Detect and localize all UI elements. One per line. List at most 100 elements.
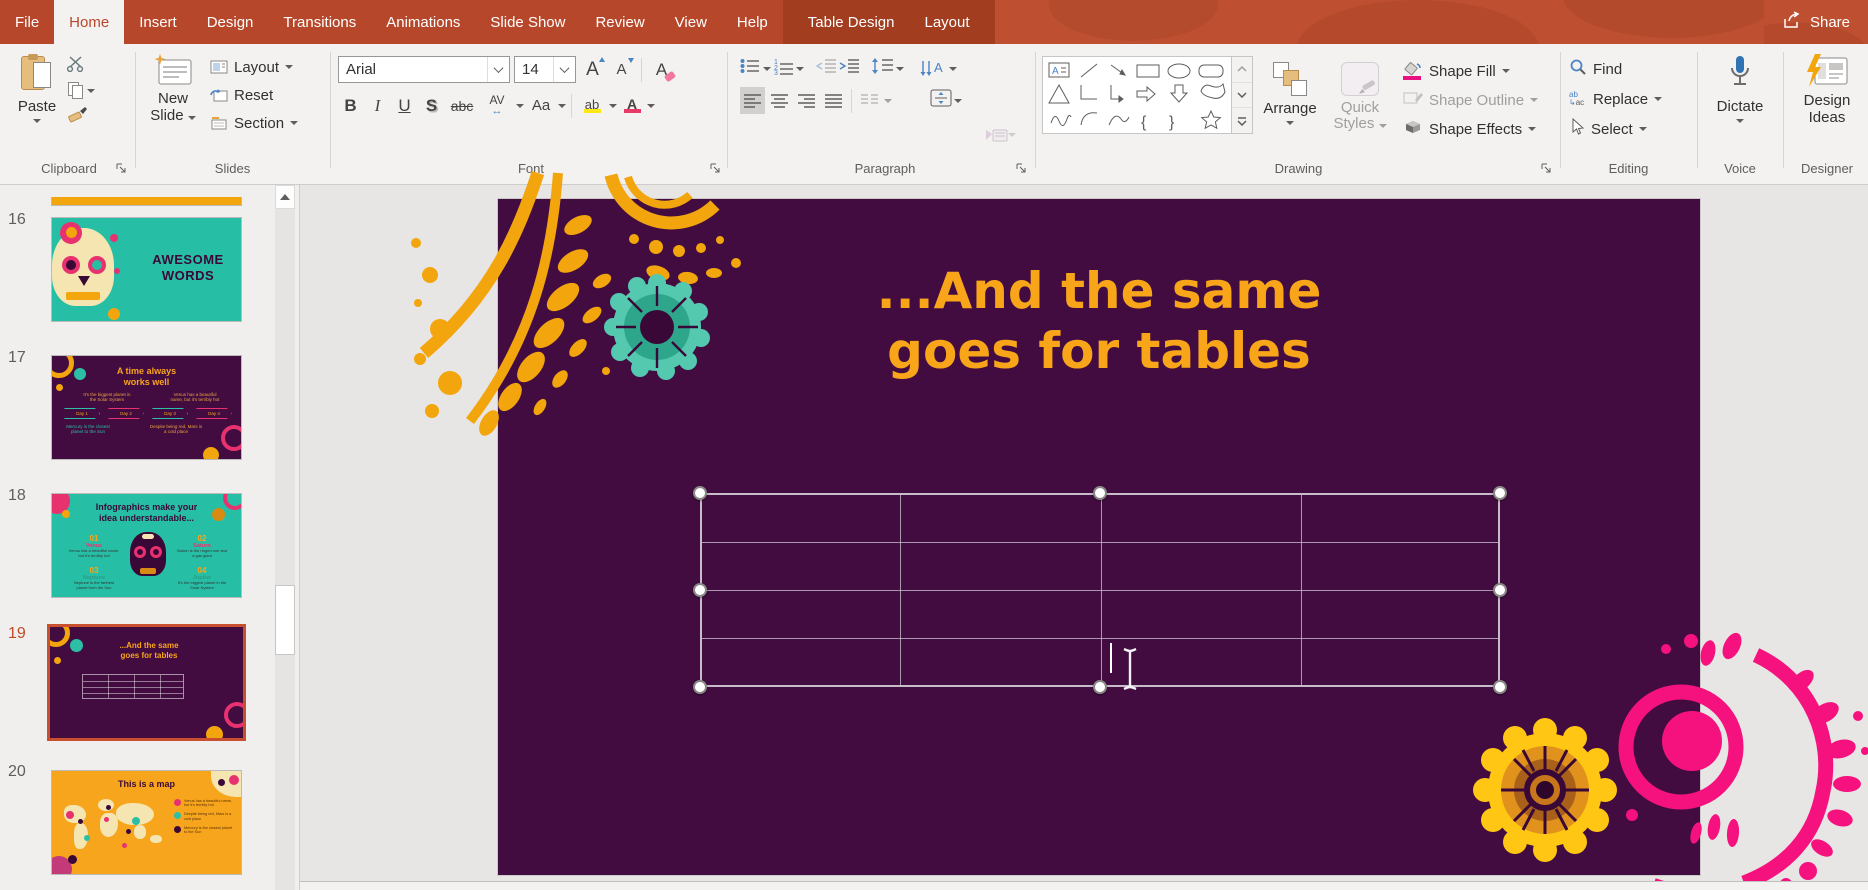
font-dialog-launcher[interactable] xyxy=(710,162,722,174)
tab-file[interactable]: File xyxy=(0,0,54,44)
shape-fill-button[interactable]: Shape Fill xyxy=(1399,58,1542,84)
font-name-dropdown-icon[interactable] xyxy=(487,57,509,82)
tab-table-design[interactable]: Table Design xyxy=(793,0,910,44)
convert-smartart-button[interactable] xyxy=(984,126,1016,144)
font-name-combo[interactable]: Arial xyxy=(338,56,510,83)
thumbnail-slide-17[interactable]: A time always works well It's the bigges… xyxy=(51,355,242,460)
tab-design[interactable]: Design xyxy=(192,0,269,44)
paragraph-dialog-launcher[interactable] xyxy=(1016,162,1028,174)
find-button[interactable]: Find xyxy=(1565,56,1692,82)
character-spacing-dropdown-arrow-icon[interactable] xyxy=(516,104,524,108)
highlight-dropdown-arrow-icon[interactable] xyxy=(609,104,617,108)
align-text-button[interactable] xyxy=(930,89,952,112)
align-text-dropdown-arrow-icon[interactable] xyxy=(954,99,962,103)
table-handle-middle-left[interactable] xyxy=(693,583,707,597)
tab-view[interactable]: View xyxy=(660,0,722,44)
table-handle-top-center[interactable] xyxy=(1093,486,1107,500)
scrollbar-track[interactable] xyxy=(275,209,295,890)
tab-animations[interactable]: Animations xyxy=(371,0,475,44)
font-color-button[interactable]: A xyxy=(619,92,645,119)
strikethrough-button[interactable]: abc xyxy=(446,92,478,119)
bullets-dropdown-arrow-icon[interactable] xyxy=(763,67,771,71)
italic-button[interactable]: I xyxy=(365,92,390,119)
change-case-dropdown-arrow-icon[interactable] xyxy=(558,104,566,108)
tab-slide-show[interactable]: Slide Show xyxy=(475,0,580,44)
arrange-dropdown-arrow-icon[interactable] xyxy=(1286,121,1294,125)
reset-button[interactable]: Reset xyxy=(206,82,302,108)
paste-dropdown-arrow-icon[interactable] xyxy=(33,119,41,123)
share-button[interactable]: Share xyxy=(1764,0,1868,44)
tab-help[interactable]: Help xyxy=(722,0,783,44)
thumbnail-slide-20[interactable]: This is a map xyxy=(51,770,242,875)
dictate-dropdown-arrow-icon[interactable] xyxy=(1736,119,1744,123)
line-spacing-dropdown-arrow-icon[interactable] xyxy=(896,67,904,71)
dictate-button[interactable]: Dictate xyxy=(1700,48,1780,160)
align-left-button[interactable] xyxy=(740,87,765,114)
bullets-button[interactable] xyxy=(740,58,760,79)
clipboard-dialog-launcher[interactable] xyxy=(116,162,128,174)
text-direction-dropdown-arrow-icon[interactable] xyxy=(949,67,957,71)
skull-corner-graphic xyxy=(207,771,241,801)
shrink-font-button[interactable]: A xyxy=(609,56,634,83)
table-handle-bottom-center[interactable] xyxy=(1093,680,1107,694)
table-handle-bottom-right[interactable] xyxy=(1493,680,1507,694)
design-ideas-button[interactable]: DesignIdeas xyxy=(1788,48,1866,160)
table-handle-bottom-left[interactable] xyxy=(693,680,707,694)
thumbnail-slide-15-partial[interactable] xyxy=(51,197,242,206)
character-spacing-button[interactable]: AV ↔ xyxy=(480,92,514,119)
thumbnail-slide-18[interactable]: Infographics make your idea understandab… xyxy=(51,493,242,598)
drawing-dialog-launcher[interactable] xyxy=(1541,162,1553,174)
thumbnail-scrollbar[interactable] xyxy=(274,185,296,890)
scrollbar-thumb[interactable] xyxy=(275,585,295,655)
arrange-button[interactable]: Arrange xyxy=(1253,56,1327,168)
copy-button[interactable] xyxy=(66,82,92,100)
text-shadow-button[interactable]: S xyxy=(419,92,444,119)
paste-button[interactable]: Paste xyxy=(8,48,66,160)
clear-formatting-button[interactable]: A xyxy=(649,56,674,83)
shape-effects-button[interactable]: Shape Effects xyxy=(1399,116,1542,142)
text-highlight-button[interactable]: ab xyxy=(577,92,607,119)
shapes-gallery-scrollbar[interactable] xyxy=(1232,56,1253,134)
font-size-combo[interactable]: 14 xyxy=(514,56,576,83)
select-button[interactable]: Select xyxy=(1565,116,1692,142)
layout-button[interactable]: Layout xyxy=(206,54,302,80)
font-size-dropdown-icon[interactable] xyxy=(553,57,575,82)
thumbnail-slide-19[interactable]: ...And the same goes for tables xyxy=(47,624,246,741)
underline-button[interactable]: U xyxy=(392,92,417,119)
triangle-shape-icon xyxy=(1049,85,1069,103)
align-right-button[interactable] xyxy=(794,87,819,114)
justify-button[interactable] xyxy=(821,87,846,114)
copy-dropdown-arrow-icon[interactable] xyxy=(87,89,95,93)
align-center-button[interactable] xyxy=(767,87,792,114)
numbering-dropdown-arrow-icon[interactable] xyxy=(796,67,804,71)
decrease-indent-button[interactable] xyxy=(816,58,836,79)
tab-review[interactable]: Review xyxy=(580,0,659,44)
tab-layout[interactable]: Layout xyxy=(909,0,984,44)
section-button[interactable]: Section xyxy=(206,110,302,136)
editing-canvas[interactable]: ...And the same goes for tables xyxy=(300,185,1868,890)
tab-insert[interactable]: Insert xyxy=(124,0,192,44)
bold-button[interactable]: B xyxy=(338,92,363,119)
table-handle-top-left[interactable] xyxy=(693,486,707,500)
font-color-dropdown-arrow-icon[interactable] xyxy=(647,104,655,108)
table-handle-top-right[interactable] xyxy=(1493,486,1507,500)
increase-indent-button[interactable] xyxy=(839,58,859,79)
tab-home[interactable]: Home xyxy=(54,0,124,44)
tab-transitions[interactable]: Transitions xyxy=(268,0,371,44)
text-direction-button[interactable]: A xyxy=(920,60,946,78)
columns-button[interactable] xyxy=(857,87,882,114)
thumbnail-slide-16[interactable]: AWESOME WORDS xyxy=(51,217,242,322)
numbering-button[interactable]: 123 xyxy=(774,60,793,77)
scrollbar-up-button[interactable] xyxy=(275,185,295,209)
grow-font-button[interactable]: A xyxy=(580,56,605,83)
new-slide-button[interactable]: New Slide xyxy=(140,48,206,160)
change-case-button[interactable]: Aa xyxy=(526,92,556,119)
slide-table[interactable] xyxy=(700,493,1500,687)
current-slide[interactable]: ...And the same goes for tables xyxy=(498,199,1700,875)
table-handle-middle-right[interactable] xyxy=(1493,583,1507,597)
cut-button[interactable] xyxy=(66,56,92,77)
replace-button[interactable]: ab ↳ac Replace xyxy=(1565,86,1692,112)
line-spacing-button[interactable] xyxy=(871,58,893,79)
format-painter-button[interactable] xyxy=(66,105,92,128)
shapes-gallery[interactable]: A xyxy=(1042,56,1232,134)
